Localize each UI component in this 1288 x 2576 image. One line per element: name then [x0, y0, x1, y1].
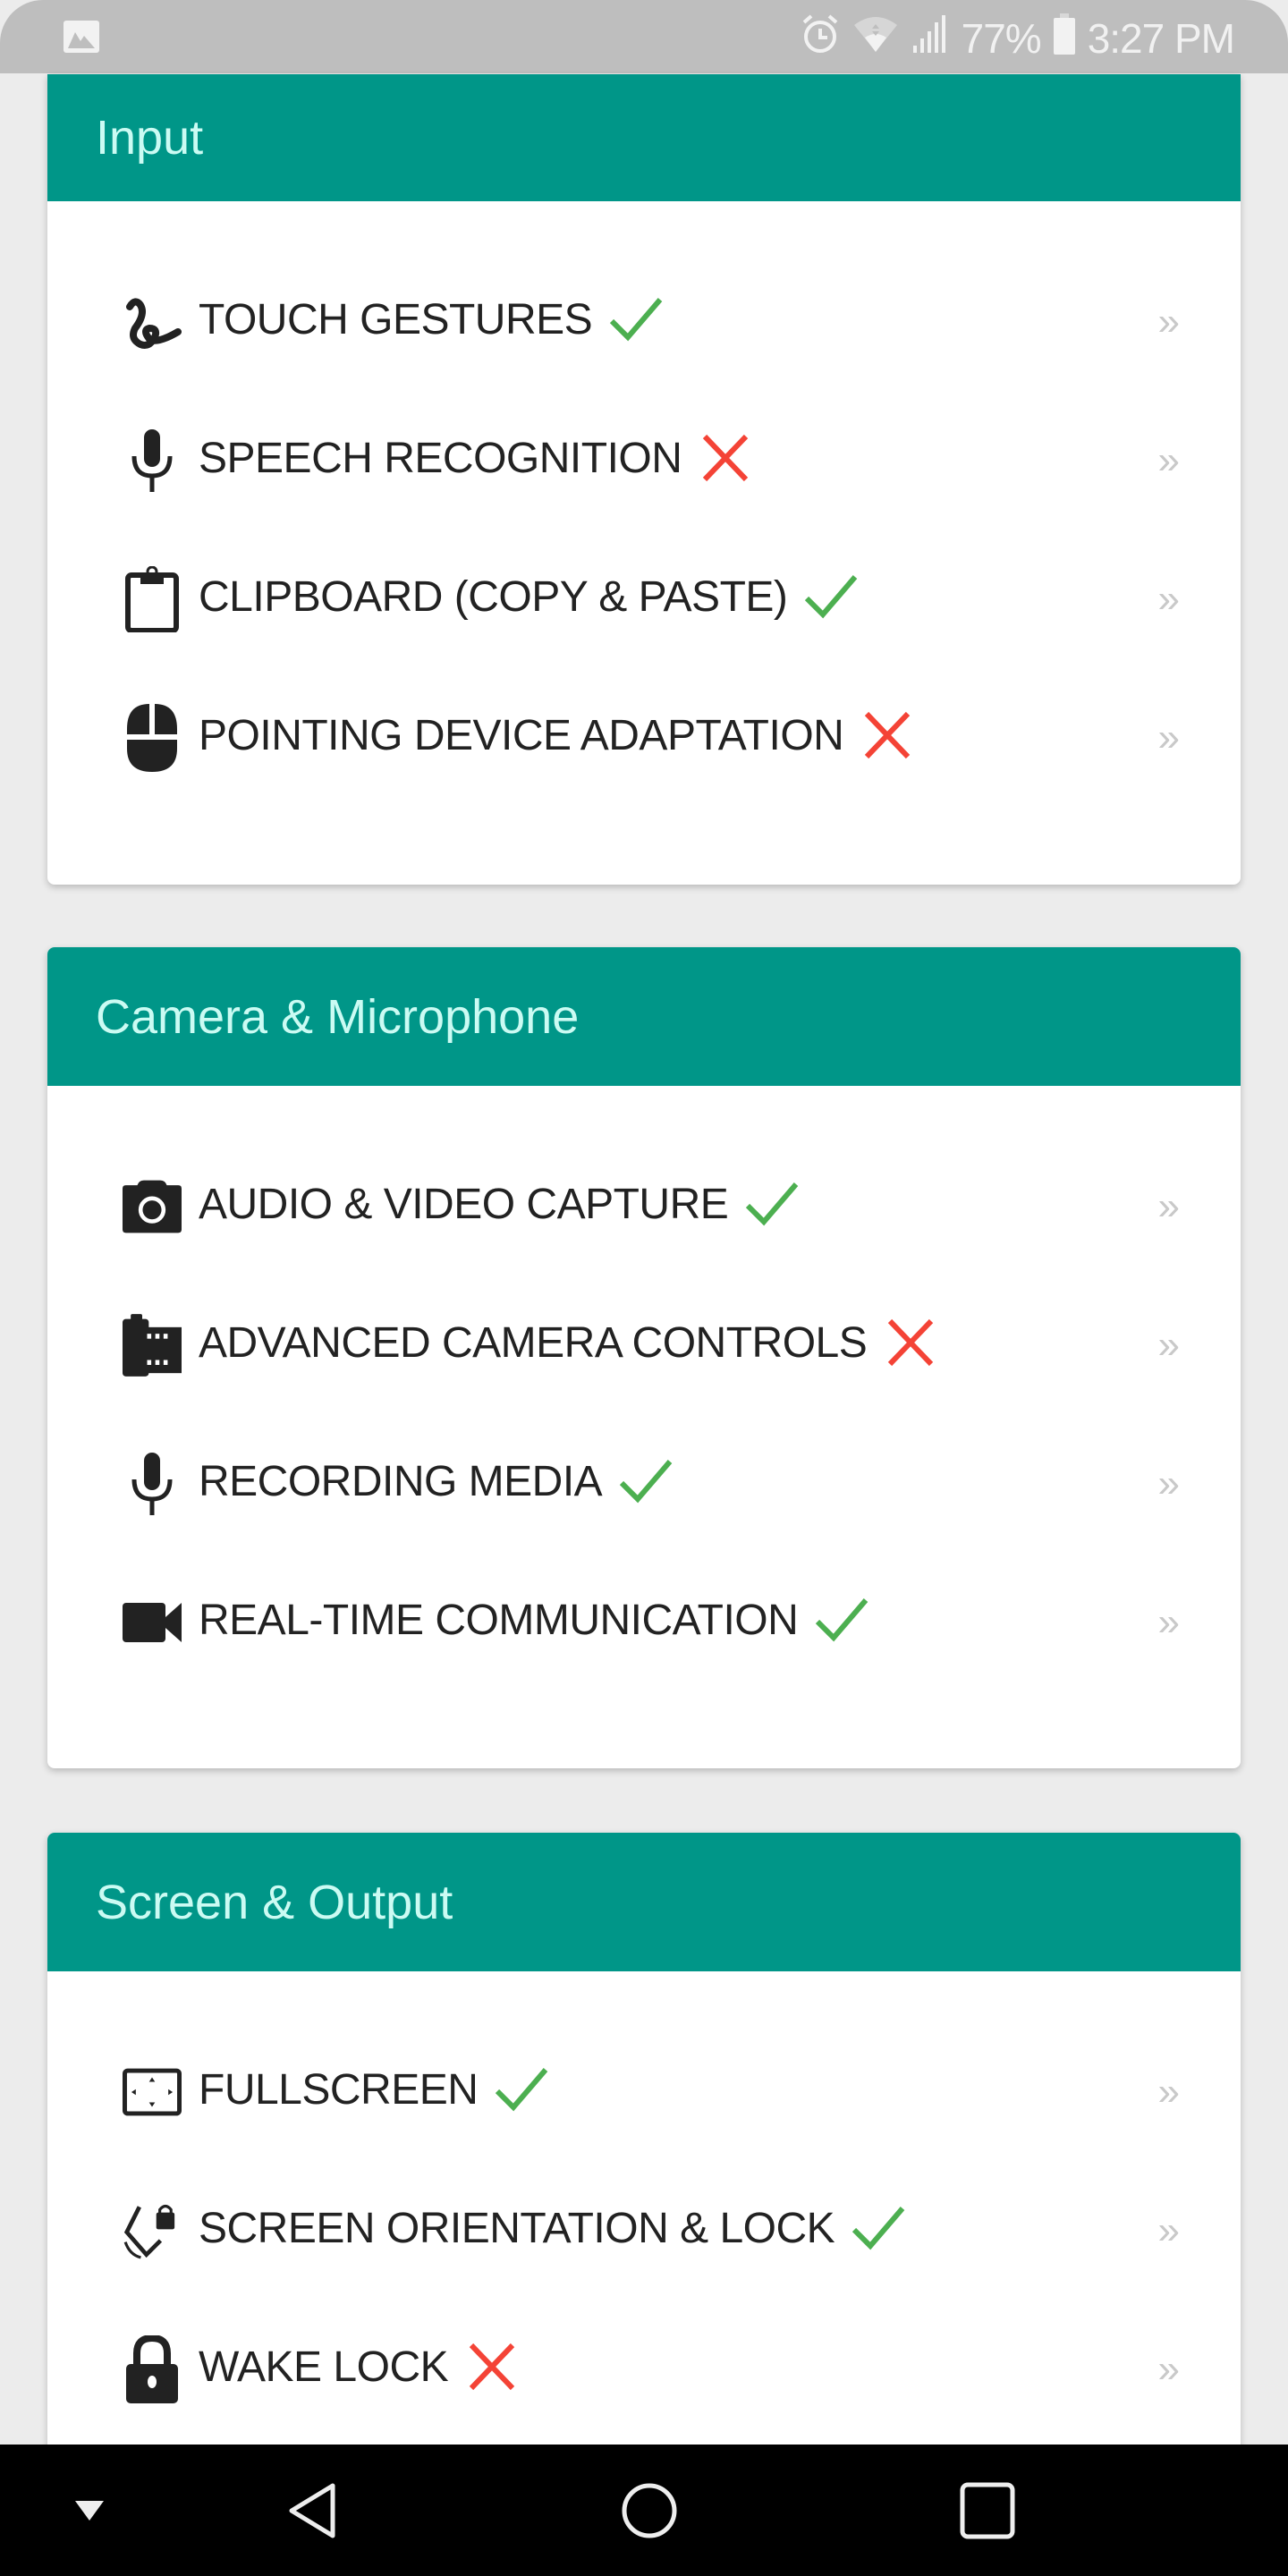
section-title: Input — [96, 111, 204, 165]
feature-label: POINTING DEVICE ADAPTATION — [199, 712, 844, 760]
feature-label: SCREEN ORIENTATION & LOCK — [199, 2205, 835, 2253]
gallery-notification-icon — [63, 20, 100, 58]
navigation-bar — [0, 2445, 1288, 2576]
feature-label: SPEECH RECOGNITION — [199, 435, 682, 483]
camera-icon — [123, 1175, 182, 1238]
supported-check-icon — [814, 1595, 869, 1645]
supported-check-icon — [618, 1456, 674, 1506]
chevron-right-icon[interactable]: » — [1158, 577, 1180, 622]
back-icon — [289, 2483, 335, 2538]
hide-nav-button[interactable] — [63, 2445, 116, 2576]
feature-row-real-time-communication[interactable]: REAL-TIME COMMUNICATION » — [47, 1553, 1241, 1691]
feature-row-speech-recognition[interactable]: SPEECH RECOGNITION » — [47, 391, 1241, 530]
feature-label: FULLSCREEN — [199, 2066, 479, 2114]
mouse-icon — [123, 703, 182, 772]
chevron-right-icon[interactable]: » — [1158, 2347, 1180, 2392]
screen-rotation-lock-icon — [123, 2199, 182, 2262]
feature-label: REAL-TIME COMMUNICATION — [199, 1597, 799, 1645]
feature-row-audio-video-capture[interactable]: AUDIO & VIDEO CAPTURE » — [47, 1137, 1241, 1275]
microphone-icon — [123, 428, 182, 492]
hide-nav-icon — [75, 2500, 104, 2521]
section-card-screen-output: Screen & Output FULLSCREEN » SCREEN ORIE… — [47, 1833, 1241, 2512]
section-title: Camera & Microphone — [96, 989, 580, 1044]
feature-label: CLIPBOARD (COPY & PASTE) — [199, 573, 788, 622]
section-card-input: Input TOUCH GESTURES » SPEECH RECOGNITIO… — [47, 74, 1241, 885]
section-header: Input — [47, 74, 1241, 201]
feature-row-fullscreen[interactable]: FULLSCREEN » — [47, 2022, 1241, 2161]
chevron-right-icon[interactable]: » — [1158, 2070, 1180, 2114]
supported-check-icon — [851, 2203, 906, 2253]
clipboard-icon — [123, 565, 182, 632]
unsupported-cross-icon — [464, 2342, 520, 2392]
unsupported-cross-icon — [883, 1318, 938, 1368]
chevron-right-icon[interactable]: » — [1158, 300, 1180, 344]
feature-row-screen-orientation[interactable]: SCREEN ORIENTATION & LOCK » — [47, 2161, 1241, 2300]
chevron-right-icon[interactable]: » — [1158, 1600, 1180, 1645]
section-title: Screen & Output — [96, 1875, 453, 1929]
feature-row-pointing-device[interactable]: POINTING DEVICE ADAPTATION » — [47, 668, 1241, 807]
unsupported-cross-icon — [860, 710, 915, 760]
feature-label: TOUCH GESTURES — [199, 296, 593, 344]
supported-check-icon — [803, 572, 859, 622]
status-bar: 77% 3:27 PM — [0, 0, 1288, 73]
feature-row-advanced-camera-controls[interactable]: ADVANCED CAMERA CONTROLS » — [47, 1275, 1241, 1414]
chevron-right-icon[interactable]: » — [1158, 438, 1180, 483]
alarm-icon — [801, 13, 840, 64]
feature-label: AUDIO & VIDEO CAPTURE — [199, 1181, 729, 1229]
clock: 3:27 PM — [1087, 15, 1235, 62]
feature-row-touch-gestures[interactable]: TOUCH GESTURES » — [47, 252, 1241, 391]
padlock-icon — [123, 2334, 182, 2403]
battery-percent: 77% — [961, 15, 1042, 62]
recents-button[interactable] — [952, 2445, 1023, 2576]
section-card-camera-microphone: Camera & Microphone AUDIO & VIDEO CAPTUR… — [47, 947, 1241, 1768]
touch-gesture-icon — [123, 291, 182, 353]
chevron-right-icon[interactable]: » — [1158, 1323, 1180, 1368]
chevron-right-icon[interactable]: » — [1158, 1184, 1180, 1229]
feature-row-clipboard[interactable]: CLIPBOARD (COPY & PASTE) » — [47, 530, 1241, 668]
supported-check-icon — [744, 1179, 800, 1229]
recents-icon — [960, 2482, 1015, 2538]
feature-label: WAKE LOCK — [199, 2343, 449, 2392]
microphone-icon — [123, 1452, 182, 1515]
chevron-right-icon[interactable]: » — [1158, 1462, 1180, 1506]
feature-row-wake-lock[interactable]: WAKE LOCK » — [47, 2300, 1241, 2438]
signal-icon — [911, 13, 949, 64]
wifi-icon — [852, 14, 899, 64]
home-icon — [622, 2483, 677, 2538]
supported-check-icon — [608, 294, 664, 344]
chevron-right-icon[interactable]: » — [1158, 716, 1180, 760]
video-camera-icon — [123, 1591, 182, 1654]
feature-label: RECORDING MEDIA — [199, 1458, 603, 1506]
section-header: Camera & Microphone — [47, 947, 1241, 1086]
chevron-right-icon[interactable]: » — [1158, 2208, 1180, 2253]
home-button[interactable] — [614, 2445, 685, 2576]
feature-row-recording-media[interactable]: RECORDING MEDIA » — [47, 1414, 1241, 1553]
unsupported-cross-icon — [698, 433, 753, 483]
section-header: Screen & Output — [47, 1833, 1241, 1971]
feature-label: ADVANCED CAMERA CONTROLS — [199, 1319, 868, 1368]
film-roll-icon — [123, 1313, 182, 1377]
back-button[interactable] — [277, 2445, 349, 2576]
supported-check-icon — [494, 2064, 549, 2114]
battery-icon — [1053, 13, 1075, 64]
fullscreen-icon — [123, 2061, 182, 2123]
